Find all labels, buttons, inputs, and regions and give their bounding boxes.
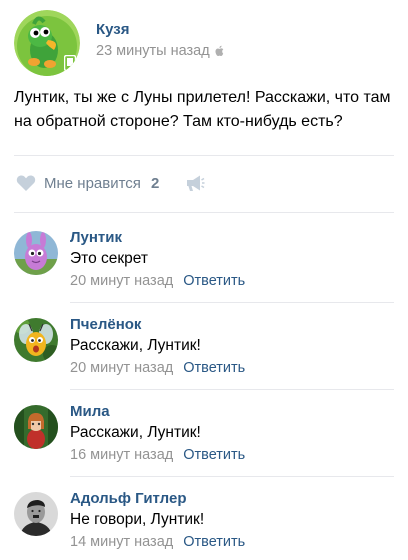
comment-text: Это секрет xyxy=(70,250,148,267)
like-label: Мне нравится xyxy=(44,174,141,192)
comment-time[interactable]: 14 минут назад xyxy=(70,534,173,550)
portrait-avatar-image xyxy=(14,492,58,536)
mobile-icon xyxy=(64,55,76,71)
like-button[interactable]: Мне нравится 2 xyxy=(16,174,159,192)
mila-avatar-image xyxy=(14,405,58,449)
reply-button[interactable]: Ответить xyxy=(183,534,245,550)
comment: Пчелёнок Расскажи, Лунтик! 20 минут наза… xyxy=(14,316,394,396)
comment-text: Не говори, Лунтик! xyxy=(70,511,205,528)
share-icon[interactable] xyxy=(185,174,205,192)
comment-meta: 16 минут назад Ответить xyxy=(70,447,245,463)
divider xyxy=(14,212,394,213)
comment-author[interactable]: Пчелёнок xyxy=(70,316,141,333)
post-text: Лунтик, ты же с Луны прилетел! Расскажи,… xyxy=(14,89,391,130)
comment-avatar[interactable] xyxy=(14,405,58,449)
luntik-avatar-image xyxy=(14,231,58,275)
comment: Адольф Гитлер Не говори, Лунтик! 14 мину… xyxy=(14,490,394,560)
comment-time[interactable]: 16 минут назад xyxy=(70,447,173,463)
post-meta: 23 минуты назад xyxy=(96,43,225,59)
heart-icon xyxy=(16,175,36,191)
comment-meta: 20 минут назад Ответить xyxy=(70,273,245,289)
post-actions: Мне нравится 2 xyxy=(16,172,205,194)
post-author-avatar[interactable] xyxy=(14,10,80,76)
divider xyxy=(14,155,394,156)
divider xyxy=(70,302,394,303)
reply-button[interactable]: Ответить xyxy=(183,273,245,289)
reply-button[interactable]: Ответить xyxy=(183,447,245,463)
bee-avatar-image xyxy=(14,318,58,362)
divider xyxy=(70,476,394,477)
post-time[interactable]: 23 минуты назад xyxy=(96,43,210,59)
comment-avatar[interactable] xyxy=(14,231,58,275)
comment: Лунтик Это секрет 20 минут назад Ответить xyxy=(14,229,394,309)
comment-author[interactable]: Адольф Гитлер xyxy=(70,490,187,507)
comment-avatar[interactable] xyxy=(14,492,58,536)
post-header: Кузя 23 минуты назад xyxy=(14,10,394,76)
comment-avatar[interactable] xyxy=(14,318,58,362)
divider xyxy=(70,389,394,390)
comment-author[interactable]: Мила xyxy=(70,403,110,420)
comment-time[interactable]: 20 минут назад xyxy=(70,273,173,289)
like-count: 2 xyxy=(150,174,160,192)
comment-text: Расскажи, Лунтик! xyxy=(70,424,201,441)
comment-text: Расскажи, Лунтик! xyxy=(70,337,201,354)
comment-meta: 14 минут назад Ответить xyxy=(70,534,245,550)
reply-button[interactable]: Ответить xyxy=(183,360,245,376)
comment-author[interactable]: Лунтик xyxy=(70,229,122,246)
comment-time[interactable]: 20 минут назад xyxy=(70,360,173,376)
comment-meta: 20 минут назад Ответить xyxy=(70,360,245,376)
apple-icon xyxy=(215,45,223,56)
comment: Мила Расскажи, Лунтик! 16 минут назад Отв… xyxy=(14,403,394,483)
post-author-name[interactable]: Кузя xyxy=(96,21,130,38)
